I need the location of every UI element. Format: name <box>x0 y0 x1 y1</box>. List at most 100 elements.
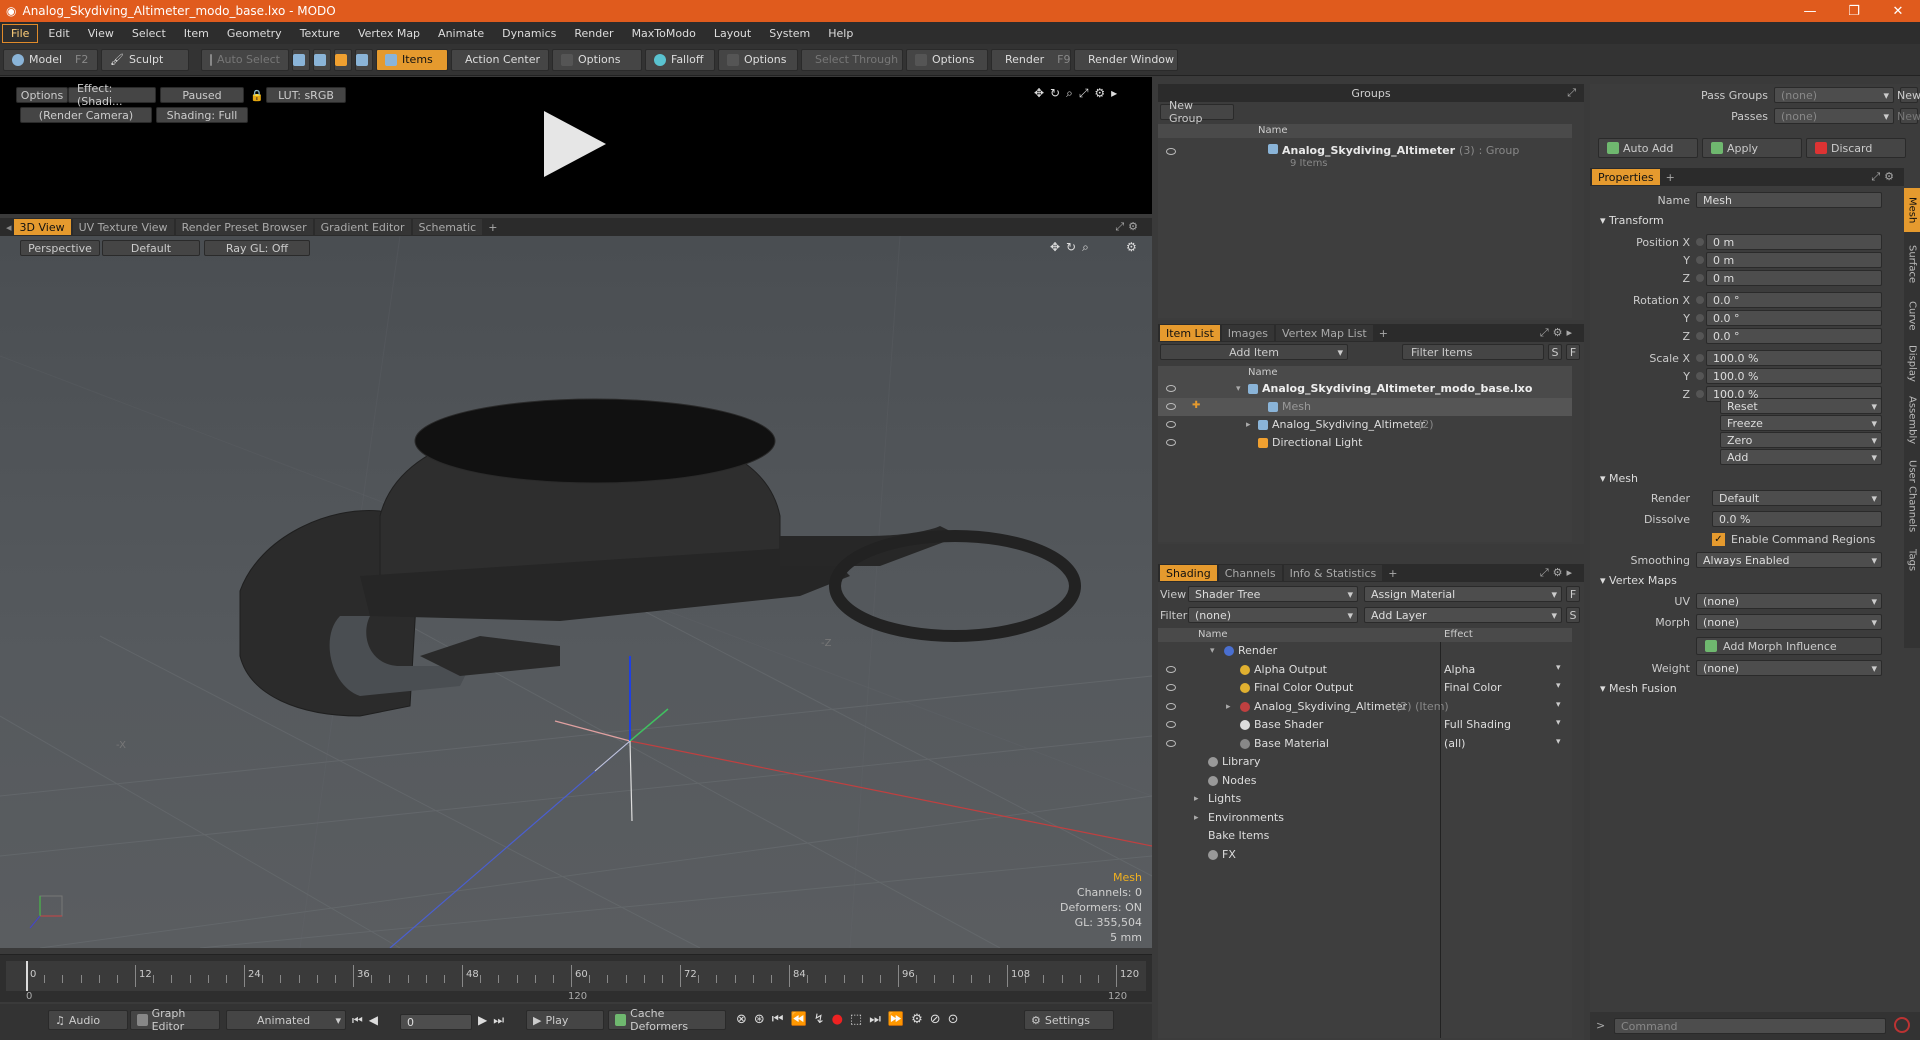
tab-gradient-editor[interactable]: Gradient Editor <box>314 219 411 235</box>
expand-icon[interactable]: ▾ <box>1210 646 1215 656</box>
item-row[interactable]: ▸ Analog_Skydiving_Altimeter (2) <box>1158 416 1572 434</box>
side-tab-display[interactable]: Display <box>1904 340 1920 386</box>
prev-key-controls[interactable]: ⏮◀ <box>352 1013 384 1028</box>
tab-schematic[interactable]: Schematic <box>412 219 483 235</box>
scl-field[interactable]: 100.0 % <box>1706 368 1882 384</box>
visibility-eye-icon[interactable] <box>1166 148 1176 155</box>
item-row[interactable]: Directional Light <box>1158 434 1572 452</box>
itemlist-f-button[interactable]: F <box>1566 344 1580 360</box>
rot-field[interactable]: 0.0 ° <box>1706 310 1882 326</box>
timeline[interactable]: 0 12 24 36 48 60 72 84 96 108 120 0 120 120 <box>0 954 1152 1002</box>
menu-help[interactable]: Help <box>820 25 861 42</box>
visibility-eye-icon[interactable] <box>1166 385 1176 392</box>
tab-images[interactable]: Images <box>1221 325 1274 341</box>
passes-new-button[interactable]: New <box>1897 108 1920 124</box>
shader-row[interactable]: Library <box>1158 753 1572 771</box>
timeline-ruler[interactable]: 0 12 24 36 48 60 72 84 96 108 120 <box>6 961 1146 991</box>
itemlist-panel-controls[interactable]: ⤢⚙▸ <box>1540 326 1576 340</box>
record-icon[interactable]: ● <box>832 1012 850 1027</box>
apply-button[interactable]: Apply <box>1702 138 1802 158</box>
freeze-dropdown[interactable]: Freeze <box>1720 415 1882 431</box>
keyframe-dot-icon[interactable] <box>1696 274 1704 282</box>
keyframe-dot-icon[interactable] <box>1696 314 1704 322</box>
mesh-fusion-section-header[interactable]: ▾ Mesh Fusion <box>1600 682 1677 695</box>
effect-chevron-down-icon[interactable]: ▾ <box>1556 663 1561 673</box>
visibility-eye-icon[interactable] <box>1166 702 1176 710</box>
transform-section-header[interactable]: ▾ Transform <box>1600 214 1664 227</box>
shading-dropdown[interactable]: Shading: Full <box>156 107 248 123</box>
pos-field[interactable]: 0 m <box>1706 252 1882 268</box>
shading-panel-controls[interactable]: ⤢⚙▸ <box>1540 566 1576 580</box>
shader-item-effect[interactable]: Alpha <box>1444 663 1475 676</box>
weight-dropdown[interactable]: (none) <box>1696 660 1882 676</box>
smoothing-dropdown[interactable]: Always Enabled <box>1696 552 1882 568</box>
shader-item-effect[interactable]: Final Color <box>1444 681 1502 694</box>
itemlist-rows[interactable]: ▾ Analog_Skydiving_Altimeter_modo_base.lx… <box>1158 380 1572 542</box>
animated-dropdown[interactable]: Animated <box>226 1010 346 1030</box>
falloff-options-button[interactable]: Options <box>718 48 798 71</box>
menu-maxtomodo[interactable]: MaxToModo <box>624 25 704 42</box>
effect-chevron-down-icon[interactable]: ▾ <box>1556 700 1561 710</box>
visibility-eye-icon[interactable] <box>1166 684 1176 691</box>
vertex-mode-icon[interactable] <box>292 48 310 71</box>
menu-view[interactable]: View <box>80 25 122 42</box>
side-tab-surface[interactable]: Surface <box>1904 236 1920 292</box>
shader-item-effect[interactable]: Full Shading <box>1444 718 1511 731</box>
groups-list[interactable]: Analog_Skydiving_Altimeter (3) : Group 9… <box>1158 138 1572 318</box>
visibility-eye-icon[interactable] <box>1166 439 1176 446</box>
falloff-button[interactable]: Falloff <box>645 48 715 71</box>
passes-dropdown[interactable]: (none) <box>1774 108 1894 124</box>
keyframe-dot-icon[interactable] <box>1696 256 1704 264</box>
visibility-eye-icon[interactable] <box>1166 665 1176 673</box>
3d-viewport[interactable]: Perspective Default Ray GL: Off ✥↻⌕ ⚙ -Z… <box>0 236 1152 948</box>
shader-item-effect[interactable]: (all) <box>1444 737 1465 750</box>
add-morph-influence-button[interactable]: Add Morph Influence <box>1696 637 1882 655</box>
menu-layout[interactable]: Layout <box>706 25 759 42</box>
command-stop-icon[interactable] <box>1894 1017 1910 1033</box>
new-group-button[interactable]: New Group <box>1160 99 1234 125</box>
material-mode-icon[interactable] <box>355 48 373 71</box>
pass-groups-new-button[interactable]: New <box>1897 87 1920 103</box>
effect-dropdown[interactable]: Effect: (Shadi... <box>68 82 156 108</box>
rot-field[interactable]: 0.0 ° <box>1706 328 1882 344</box>
tab-render-preset-browser[interactable]: Render Preset Browser <box>175 219 313 235</box>
preview-view-controls[interactable]: ✥↻⌕⤢⚙▸ <box>1034 86 1123 101</box>
morph-dropdown[interactable]: (none) <box>1696 614 1882 630</box>
edge-mode-icon[interactable] <box>313 48 331 71</box>
add-layer-dropdown[interactable]: Add Layer <box>1364 607 1562 623</box>
side-tab-curve[interactable]: Curve <box>1904 296 1920 336</box>
render-prop-dropdown[interactable]: Default <box>1712 490 1882 506</box>
group-row[interactable]: Analog_Skydiving_Altimeter (3) : Group <box>1268 144 1519 157</box>
shader-row[interactable]: Alpha Output Alpha ▾ <box>1158 661 1572 679</box>
audio-button[interactable]: ♫ Audio <box>48 1010 128 1030</box>
menu-render[interactable]: Render <box>566 25 621 42</box>
menu-geometry[interactable]: Geometry <box>219 25 290 42</box>
expand-icon[interactable]: ▾ <box>1236 384 1241 394</box>
lock-icon[interactable]: 🔒 <box>250 89 264 102</box>
expand-icon[interactable]: ▸ <box>1194 813 1199 823</box>
add-dropdown[interactable]: Add <box>1720 449 1882 465</box>
rot-field[interactable]: 0.0 ° <box>1706 292 1882 308</box>
filter-items-input[interactable]: Filter Items <box>1402 344 1544 360</box>
keyframe-dot-icon[interactable] <box>1696 354 1704 362</box>
shader-row[interactable]: FX <box>1158 846 1572 864</box>
select-through-button[interactable]: Select Through <box>801 48 903 71</box>
add-item-dropdown[interactable]: Add Item <box>1160 344 1348 360</box>
shader-tree[interactable]: ▾ Render Alpha Output Alpha ▾ Final Color Out… <box>1158 642 1572 1038</box>
zero-dropdown[interactable]: Zero <box>1720 432 1882 448</box>
side-tab-user-channels[interactable]: User Channels <box>1904 454 1920 538</box>
discard-button[interactable]: Discard <box>1806 138 1906 158</box>
auto-add-button[interactable]: Auto Add <box>1598 138 1698 158</box>
restore-icon[interactable]: ❐ <box>1832 0 1876 22</box>
side-tab-assembly[interactable]: Assembly <box>1904 390 1920 450</box>
shading-s-button[interactable]: S <box>1566 607 1580 623</box>
paused-button[interactable]: Paused <box>160 87 244 103</box>
shader-row[interactable]: Final Color Output Final Color ▾ <box>1158 679 1572 697</box>
effect-chevron-down-icon[interactable]: ▾ <box>1556 718 1561 728</box>
preview-options-button[interactable]: Options <box>16 87 68 103</box>
uv-dropdown[interactable]: (none) <box>1696 593 1882 609</box>
shader-row[interactable]: Base Material (all) ▾ <box>1158 735 1572 753</box>
viewport-panel-controls[interactable]: ⤢⚙ <box>1115 220 1142 234</box>
graph-editor-button[interactable]: Graph Editor <box>130 1007 220 1033</box>
sculpt-button[interactable]: 🖌 Sculpt <box>101 48 189 71</box>
